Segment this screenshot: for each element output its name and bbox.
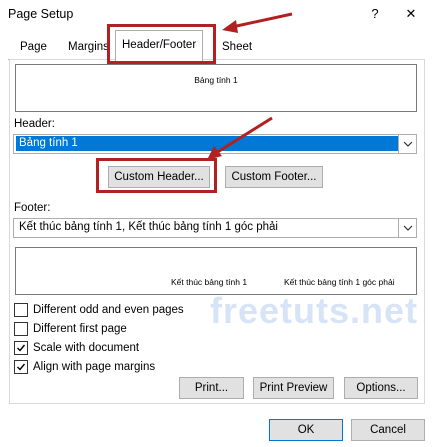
annotation-arrows: [207, 12, 293, 160]
tab-header-footer[interactable]: Header/Footer: [115, 30, 204, 61]
arrow-to-custom-header: [207, 116, 273, 160]
arrow-to-header-footer-tab: [222, 12, 293, 33]
